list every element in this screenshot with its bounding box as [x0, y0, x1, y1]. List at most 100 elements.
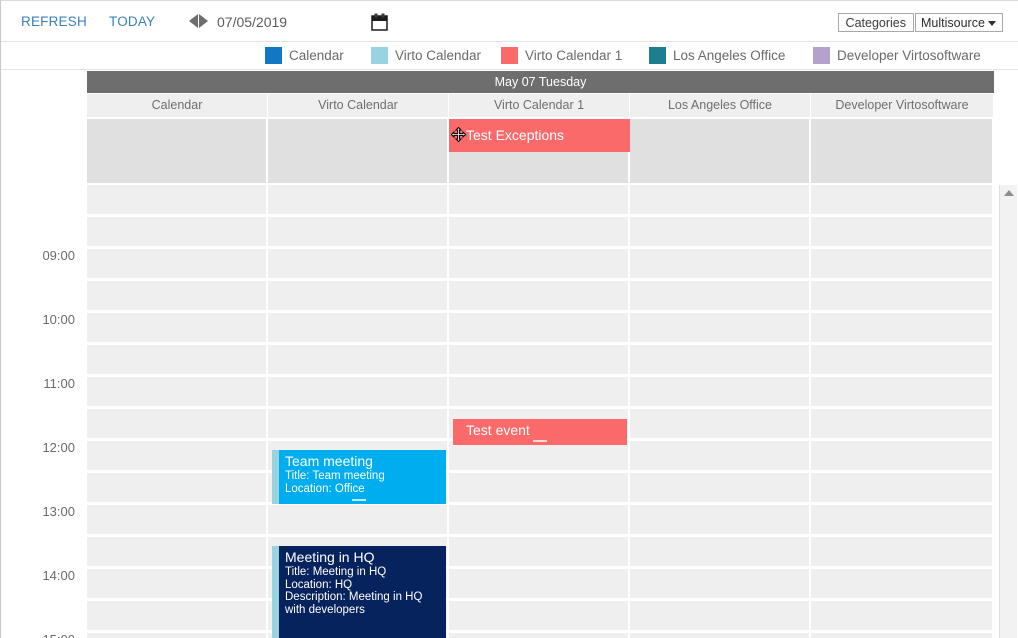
categories-button[interactable]: Categories [837, 13, 914, 32]
event-body[interactable]: Meeting in HQ Title: Meeting in HQ Locatio… [279, 546, 446, 638]
time-slot-cell[interactable] [449, 313, 630, 342]
calendar-icon[interactable] [370, 13, 389, 31]
all-day-cell-1[interactable] [268, 119, 449, 183]
time-slot-cell[interactable] [449, 633, 630, 638]
time-slot-cell[interactable] [811, 409, 994, 438]
time-slot-cell[interactable] [449, 505, 630, 534]
chevron-down-icon[interactable] [988, 21, 996, 26]
all-day-cell-0[interactable] [87, 119, 268, 183]
time-slot-cell[interactable] [268, 377, 449, 406]
time-slot-cell[interactable] [630, 441, 811, 470]
arrow-up-icon[interactable] [1003, 190, 1014, 196]
time-slot-cell[interactable] [811, 345, 994, 374]
time-slot-cell[interactable] [811, 505, 994, 534]
time-slot-cell[interactable] [449, 377, 630, 406]
arrow-right-icon[interactable] [199, 14, 208, 28]
time-slot-cell[interactable] [268, 217, 449, 246]
time-slot-cell[interactable] [87, 377, 268, 406]
calendar-event[interactable]: Team meeting Title: Team meeting Location:… [272, 450, 446, 504]
time-slot-cell[interactable] [630, 249, 811, 278]
time-slot-cell[interactable] [811, 249, 994, 278]
time-slot-cell[interactable] [630, 505, 811, 534]
time-slot-cell[interactable] [630, 345, 811, 374]
time-slot-cell[interactable] [87, 569, 268, 598]
time-slot-cell[interactable] [87, 313, 268, 342]
time-slot-cell[interactable] [630, 281, 811, 310]
time-slot-cell[interactable] [811, 473, 994, 502]
time-slot-cell[interactable] [268, 345, 449, 374]
time-slot-cell[interactable] [811, 217, 994, 246]
time-slot-cell[interactable] [268, 249, 449, 278]
time-slot-cell[interactable] [630, 185, 811, 214]
today-button[interactable]: TODAY [109, 14, 155, 29]
time-slot-cell[interactable] [449, 345, 630, 374]
time-slot-cell[interactable] [811, 313, 994, 342]
event-resize-handle[interactable] [533, 440, 547, 442]
time-slot-cell[interactable] [630, 473, 811, 502]
time-slot-cell[interactable] [630, 633, 811, 638]
time-slot-cell[interactable] [87, 409, 268, 438]
time-slot-cell[interactable] [630, 537, 811, 566]
legend-item-2[interactable]: Virto Calendar 1 [501, 47, 622, 64]
time-slot-cell[interactable] [811, 377, 994, 406]
time-slot-cell[interactable] [87, 505, 268, 534]
time-slot-cell[interactable] [87, 249, 268, 278]
calendar-grid: May 07 Tuesday Calendar Virto Calendar Vir… [1, 71, 1018, 638]
event-resize-handle[interactable] [352, 499, 366, 501]
time-slot-cell[interactable] [87, 217, 268, 246]
time-slot-cell[interactable] [87, 537, 268, 566]
time-slot-cell[interactable] [268, 281, 449, 310]
all-day-cell-4[interactable] [811, 119, 994, 183]
calendar-event[interactable]: Test event [453, 419, 627, 445]
all-day-cell-3[interactable] [630, 119, 811, 183]
legend-item-3[interactable]: Los Angeles Office [649, 47, 785, 64]
time-slot-cell[interactable] [268, 505, 449, 534]
time-slot-cell[interactable] [449, 473, 630, 502]
legend-item-1[interactable]: Virto Calendar [371, 47, 481, 64]
time-slot-cell[interactable] [811, 441, 994, 470]
time-slot-cell[interactable] [449, 537, 630, 566]
time-slot-cell[interactable] [268, 313, 449, 342]
date-navigation[interactable] [189, 14, 208, 28]
time-slot-cell[interactable] [811, 569, 994, 598]
time-slot-cell[interactable] [811, 185, 994, 214]
event-body[interactable]: Team meeting Title: Team meeting Location:… [279, 450, 446, 504]
time-slot-cell[interactable] [87, 185, 268, 214]
time-slot-cell[interactable] [268, 185, 449, 214]
time-slot-cell[interactable] [630, 377, 811, 406]
all-day-row[interactable]: Test Exceptions [87, 119, 994, 183]
all-day-event[interactable]: Test Exceptions [449, 119, 630, 152]
all-day-cell-2[interactable]: Test Exceptions [449, 119, 630, 183]
time-slot-cell[interactable] [811, 537, 994, 566]
time-slot-cell[interactable] [630, 601, 811, 630]
time-slot-cell[interactable] [449, 601, 630, 630]
time-slot-cell[interactable] [449, 217, 630, 246]
calendar-event[interactable]: Meeting in HQ Title: Meeting in HQ Locatio… [272, 546, 446, 638]
time-slot-cell[interactable] [811, 601, 994, 630]
time-slot-cell[interactable] [449, 185, 630, 214]
time-slot-cell[interactable] [449, 281, 630, 310]
legend-item-0[interactable]: Calendar [265, 47, 344, 64]
time-slot-grid[interactable]: Test event Team meeting Title: Team meetin… [87, 185, 994, 638]
time-slot-cell[interactable] [87, 281, 268, 310]
time-slot-cell[interactable] [811, 633, 994, 638]
time-slot-cell[interactable] [449, 441, 630, 470]
time-slot-cell[interactable] [87, 345, 268, 374]
refresh-button[interactable]: REFRESH [21, 14, 87, 29]
legend-item-4[interactable]: Developer Virtosoftware [813, 47, 981, 64]
multisource-select[interactable]: Multisource [915, 13, 1003, 32]
time-slot-cell[interactable] [268, 409, 449, 438]
time-slot-cell[interactable] [630, 569, 811, 598]
time-slot-cell[interactable] [811, 281, 994, 310]
time-slot-cell[interactable] [630, 409, 811, 438]
arrow-left-icon[interactable] [189, 14, 198, 28]
time-slot-cell[interactable] [87, 633, 268, 638]
time-slot-cell[interactable] [630, 313, 811, 342]
time-slot-cell[interactable] [87, 473, 268, 502]
time-slot-cell[interactable] [87, 601, 268, 630]
time-slot-cell[interactable] [449, 569, 630, 598]
vertical-scrollbar[interactable] [999, 185, 1017, 638]
time-slot-cell[interactable] [449, 249, 630, 278]
time-slot-cell[interactable] [630, 217, 811, 246]
time-slot-cell[interactable] [87, 441, 268, 470]
